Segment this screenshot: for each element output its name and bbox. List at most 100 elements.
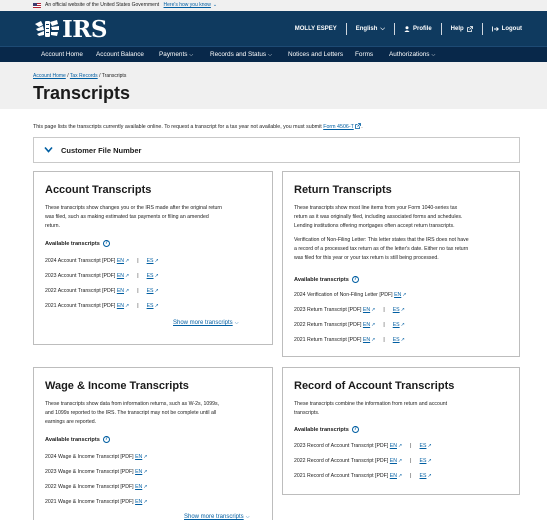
card-title: Return Transcripts: [294, 184, 392, 196]
es-link[interactable]: ES: [393, 307, 400, 313]
breadcrumb-sep: /: [99, 73, 101, 79]
external-link-icon: ↗: [371, 322, 376, 328]
transcript-row: 2024 Wage & Income Transcript [PDF] EN ↗: [45, 454, 148, 460]
available-transcripts-heading: Available transcripts?: [45, 240, 110, 247]
en-link[interactable]: EN: [117, 303, 124, 309]
transcript-row: 2023 Wage & Income Transcript [PDF] EN ↗: [45, 469, 148, 475]
show-more-transcripts-link[interactable]: Show more transcripts ⌵: [173, 320, 238, 326]
en-link[interactable]: EN: [390, 473, 397, 479]
en-link[interactable]: EN: [394, 292, 401, 298]
en-link[interactable]: EN: [390, 458, 397, 464]
person-icon: [404, 26, 410, 32]
en-link[interactable]: EN: [117, 258, 124, 264]
transcript-row: 2024 Verification of Non-Filing Letter […: [294, 292, 407, 298]
en-link[interactable]: EN: [363, 337, 370, 343]
help-icon[interactable]: ?: [351, 276, 359, 283]
nav-notices-letters[interactable]: Notices and Letters: [288, 47, 343, 63]
language-label: English: [355, 26, 378, 32]
logout-link[interactable]: Logout: [483, 26, 531, 32]
show-more-transcripts-link[interactable]: Show more transcripts ⌵: [184, 514, 249, 520]
nav-authorizations-label: Authorizations: [389, 51, 430, 58]
external-link-icon: ↗: [143, 484, 148, 490]
breadcrumb-account-home[interactable]: Account Home: [33, 73, 66, 79]
es-link[interactable]: ES: [147, 273, 154, 279]
breadcrumb-tax-records[interactable]: Tax Records: [70, 73, 98, 79]
available-transcripts-heading: Available transcripts?: [294, 276, 359, 283]
en-link[interactable]: EN: [135, 499, 142, 505]
transcript-row: 2022 Record of Account Transcript [PDF] …: [294, 458, 432, 464]
nav-forms[interactable]: Forms: [355, 47, 373, 63]
es-link[interactable]: ES: [147, 303, 154, 309]
eagle-logo-icon: [35, 20, 59, 37]
es-link[interactable]: ES: [393, 322, 400, 328]
es-link[interactable]: ES: [420, 473, 427, 479]
external-link-icon: ↗: [154, 303, 159, 309]
transcript-row: 2023 Return Transcript [PDF] EN ↗ | ES ↗: [294, 307, 405, 313]
es-link[interactable]: ES: [393, 337, 400, 343]
nav-records-status[interactable]: Records and Status ⌵: [210, 47, 272, 63]
help-icon[interactable]: ?: [102, 436, 110, 443]
external-link-icon: ↗: [400, 307, 405, 313]
non-filing-description: Verification of Non-Filing Letter: This …: [294, 237, 469, 262]
help-icon[interactable]: ?: [102, 240, 110, 247]
customer-file-number-accordion[interactable]: Customer File Number: [33, 137, 520, 163]
external-link-icon: ↗: [143, 454, 148, 460]
form-4506t-link[interactable]: Form 4506-T: [323, 124, 354, 130]
language-select[interactable]: English ⌵: [347, 26, 394, 33]
en-link[interactable]: EN: [363, 322, 370, 328]
account-transcripts-card: Account Transcripts These transcripts sh…: [33, 171, 273, 345]
card-description: These transcripts combine the informatio…: [294, 401, 448, 417]
es-link[interactable]: ES: [147, 288, 154, 294]
chevron-down-icon: ⌵: [234, 320, 239, 326]
es-link[interactable]: ES: [147, 258, 154, 264]
nav-payments[interactable]: Payments ⌵: [159, 47, 193, 63]
gov-banner: An official website of the United States…: [0, 0, 547, 11]
external-link-icon: ↗: [371, 307, 376, 313]
en-link[interactable]: EN: [117, 288, 124, 294]
transcript-row: 2023 Account Transcript [PDF] EN ↗ | ES ↗: [45, 273, 159, 279]
en-link[interactable]: EN: [135, 484, 142, 490]
external-link-icon: ↗: [143, 499, 148, 505]
es-link[interactable]: ES: [420, 458, 427, 464]
external-link-icon: ↗: [154, 273, 159, 279]
transcript-row: 2023 Record of Account Transcript [PDF] …: [294, 443, 432, 449]
customer-file-number-label: Customer File Number: [61, 146, 142, 155]
external-link-icon: ↗: [402, 292, 407, 298]
heres-how-you-know-link[interactable]: Here's how you know: [164, 2, 211, 8]
nav-account-balance[interactable]: Account Balance: [96, 47, 144, 63]
help-icon[interactable]: ?: [351, 426, 359, 433]
transcript-row: 2021 Return Transcript [PDF] EN ↗ | ES ↗: [294, 337, 405, 343]
us-flag-icon: [33, 3, 41, 8]
en-link[interactable]: EN: [363, 307, 370, 313]
breadcrumb-sep: /: [67, 73, 69, 79]
external-link-icon: [466, 26, 473, 32]
help-link[interactable]: Help: [442, 26, 482, 32]
en-link[interactable]: EN: [135, 469, 142, 475]
es-link[interactable]: ES: [420, 443, 427, 449]
logo-text: IRS: [62, 15, 107, 43]
external-link-icon: ↗: [125, 273, 130, 279]
profile-link[interactable]: Profile: [395, 26, 441, 32]
chevron-down-icon: ⌵: [268, 52, 272, 58]
card-description: These transcripts show most line items f…: [294, 205, 463, 230]
external-link-icon: ↗: [397, 443, 403, 449]
card-title: Wage & Income Transcripts: [45, 380, 189, 392]
intro-end: .: [361, 124, 363, 130]
nav-authorizations[interactable]: Authorizations ⌵: [389, 47, 435, 63]
user-name: MOLLY ESPEY: [294, 26, 337, 32]
external-link-icon: ↗: [154, 288, 159, 294]
irs-logo[interactable]: IRS: [33, 15, 107, 43]
transcript-row: 2022 Account Transcript [PDF] EN ↗ | ES ↗: [45, 288, 159, 294]
external-link-icon: ↗: [125, 258, 130, 264]
en-link[interactable]: EN: [135, 454, 142, 460]
transcript-row: 2021 Account Transcript [PDF] EN ↗ | ES ↗: [45, 303, 159, 309]
en-link[interactable]: EN: [390, 443, 397, 449]
nav-records-label: Records and Status: [210, 51, 267, 58]
nav-account-home[interactable]: Account Home: [41, 47, 83, 63]
divider: [345, 23, 347, 35]
logout-label: Logout: [501, 26, 522, 32]
en-link[interactable]: EN: [117, 273, 124, 279]
divider: [393, 23, 395, 35]
main-nav: Account Home Account Balance Payments ⌵ R…: [0, 46, 547, 62]
external-link-icon: ↗: [371, 337, 376, 343]
